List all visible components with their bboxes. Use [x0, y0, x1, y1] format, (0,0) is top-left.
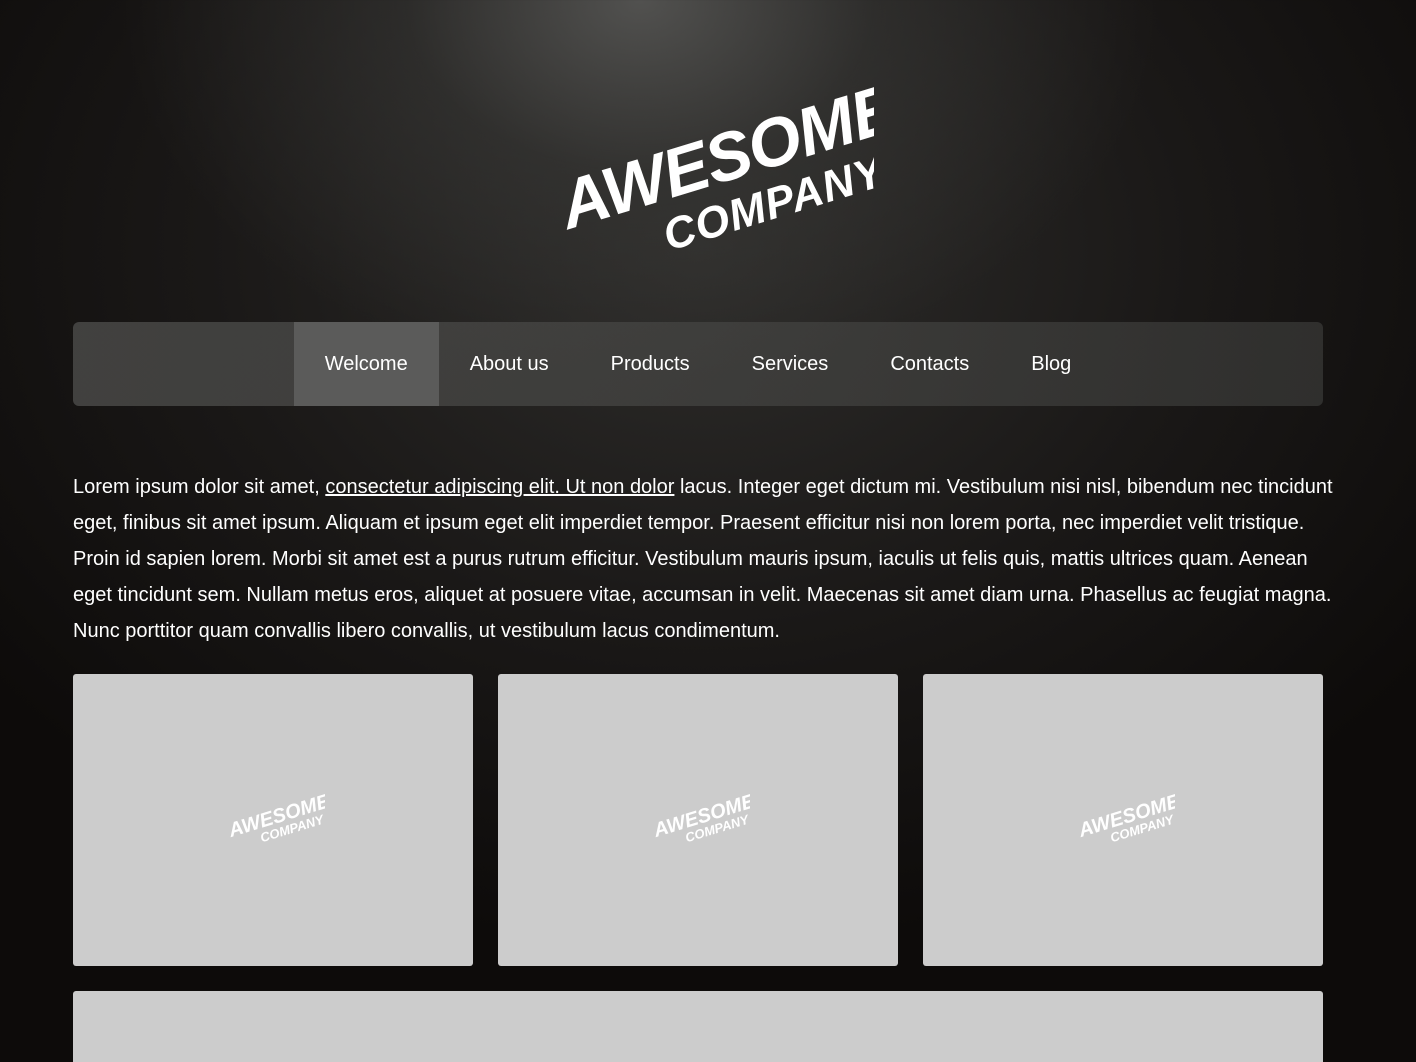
- main-nav: Welcome About us Products Services Conta…: [73, 322, 1323, 406]
- wide-content-panel: [73, 991, 1323, 1062]
- nav-item-about-us[interactable]: About us: [439, 322, 580, 406]
- nav-item-services[interactable]: Services: [721, 322, 860, 406]
- nav-item-contacts[interactable]: Contacts: [859, 322, 1000, 406]
- intro-link[interactable]: consectetur adipiscing elit. Ut non dolo…: [325, 476, 674, 498]
- awesome-company-logo-icon: AWESOME COMPANY: [548, 78, 874, 258]
- company-logo[interactable]: AWESOME COMPANY: [528, 78, 874, 258]
- feature-card-2[interactable]: AWESOME COMPANY: [498, 674, 898, 966]
- nav-item-blog[interactable]: Blog: [1000, 322, 1102, 406]
- card-logo: AWESOME COMPANY: [646, 786, 750, 848]
- awesome-company-logo-icon: AWESOME COMPANY: [1075, 790, 1175, 845]
- feature-card-3[interactable]: AWESOME COMPANY: [923, 674, 1323, 966]
- intro-paragraph: Lorem ipsum dolor sit amet, consectetur …: [73, 469, 1333, 649]
- card-logo: AWESOME COMPANY: [221, 786, 325, 848]
- awesome-company-logo-icon: AWESOME COMPANY: [225, 790, 325, 845]
- card-logo: AWESOME COMPANY: [1071, 786, 1175, 848]
- intro-text-end: lacus. Integer eget dictum mi. Vestibulu…: [73, 476, 1333, 642]
- feature-card-1[interactable]: AWESOME COMPANY: [73, 674, 473, 966]
- intro-text-start: Lorem ipsum dolor sit amet,: [73, 476, 326, 498]
- nav-item-products[interactable]: Products: [580, 322, 721, 406]
- awesome-company-logo-icon: AWESOME COMPANY: [650, 790, 750, 845]
- nav-item-welcome[interactable]: Welcome: [293, 322, 439, 406]
